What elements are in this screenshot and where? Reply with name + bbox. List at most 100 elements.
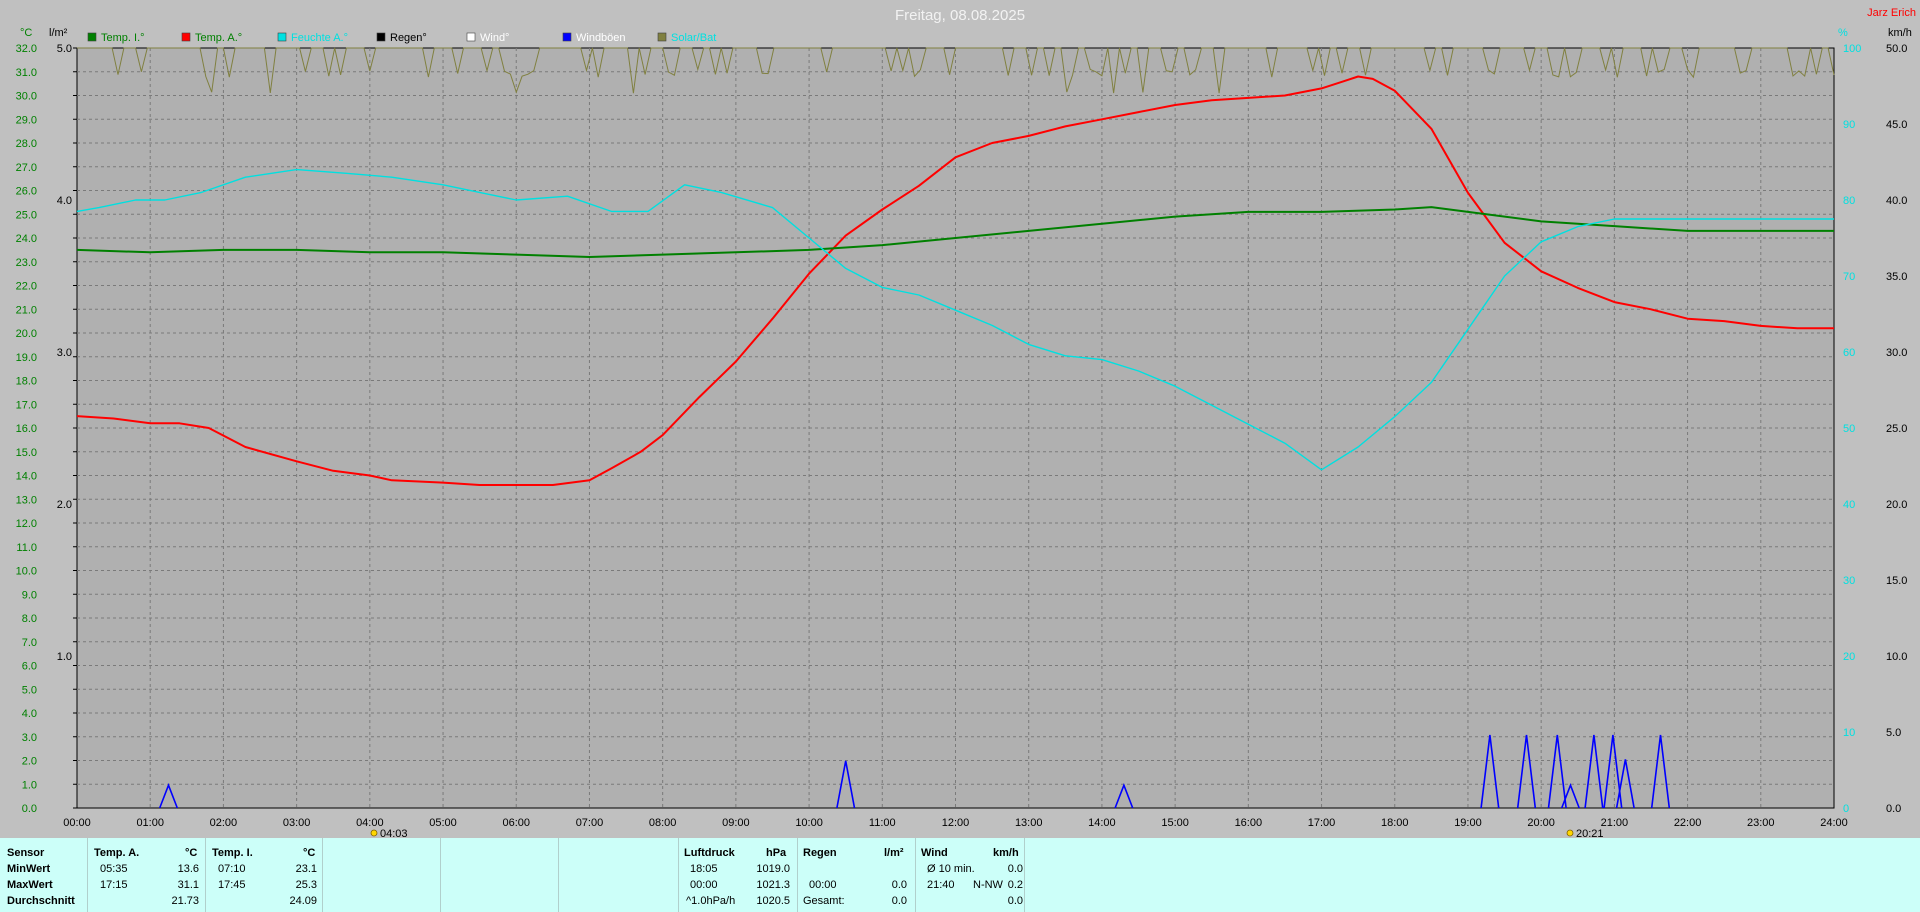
y-rain-tick-label: 5.0 — [57, 43, 72, 55]
x-tick-label: 15:00 — [1161, 817, 1189, 829]
x-tick-label: 11:00 — [869, 817, 896, 829]
y-temp-tick-label: 4.0 — [22, 708, 37, 720]
x-tick-label: 02:00 — [210, 817, 238, 829]
wind-max-dir: N-NW — [973, 879, 1003, 891]
luftdruck-trend-label: ^1.0hPa/h — [686, 895, 736, 907]
unit-wind-label: km/h — [1888, 27, 1912, 39]
y-temp-tick-label: 21.0 — [16, 304, 37, 316]
temp-a-max: 31.1 — [177, 879, 199, 891]
y-temp-tick-label: 7.0 — [22, 637, 37, 649]
x-tick-label: 13:00 — [1015, 817, 1043, 829]
x-tick-label: 24:00 — [1820, 817, 1848, 829]
y-pct-tick-label: 20 — [1843, 651, 1855, 663]
divider — [322, 838, 323, 912]
unit-temp-label: °C — [20, 27, 32, 39]
y-pct-tick-label: 0 — [1843, 803, 1849, 815]
x-tick-label: 00:00 — [63, 817, 91, 829]
stats-row-avg: Durchschnitt — [7, 895, 75, 907]
legend-label: Regen° — [390, 32, 427, 44]
chart-title: Freitag, 08.08.2025 — [895, 7, 1025, 24]
x-tick-label: 09:00 — [722, 817, 750, 829]
legend-swatch — [376, 32, 386, 42]
wind-max: 0.2 — [1007, 879, 1023, 891]
x-tick-label: 06:00 — [502, 817, 530, 829]
x-tick-label: 22:00 — [1674, 817, 1702, 829]
luftdruck-trend: 1020.5 — [756, 895, 790, 907]
station-name: Jarz Erich — [1867, 7, 1916, 19]
y-wind-tick-label: 35.0 — [1886, 271, 1907, 283]
y-temp-tick-label: 2.0 — [22, 756, 37, 768]
y-rain-tick-label: 4.0 — [57, 195, 72, 207]
x-tick-label: 07:00 — [576, 817, 604, 829]
regen-total-label: Gesamt: — [803, 895, 845, 907]
temp-a-unit: °C — [185, 847, 198, 859]
sunrise-time: 04:03 — [380, 828, 408, 838]
y-temp-tick-label: 3.0 — [22, 732, 37, 744]
regen-unit: l/m² — [884, 847, 904, 859]
y-pct-tick-label: 60 — [1843, 347, 1855, 359]
x-tick-label: 18:00 — [1381, 817, 1409, 829]
temp-a-avg: 21.73 — [171, 895, 199, 907]
unit-pct-label: % — [1838, 27, 1848, 39]
wind-third: 0.0 — [1007, 895, 1023, 907]
y-temp-tick-label: 27.0 — [16, 162, 37, 174]
y-wind-tick-label: 15.0 — [1886, 575, 1907, 587]
y-pct-tick-label: 30 — [1843, 575, 1855, 587]
temp-i-max-time: 17:45 — [218, 879, 246, 891]
x-tick-label: 20:00 — [1527, 817, 1555, 829]
legend-swatch — [277, 32, 287, 42]
temp-i-min: 23.1 — [295, 863, 317, 875]
legend-label: Wind° — [480, 32, 509, 44]
x-tick-label: 16:00 — [1235, 817, 1263, 829]
y-temp-tick-label: 19.0 — [16, 352, 37, 364]
y-wind-tick-label: 30.0 — [1886, 347, 1907, 359]
sunset-icon — [1566, 829, 1574, 837]
y-wind-tick-label: 25.0 — [1886, 423, 1907, 435]
sunrise-icon — [370, 829, 378, 837]
regen-title: Regen — [803, 847, 837, 859]
x-tick-label: 08:00 — [649, 817, 677, 829]
legend-swatch — [562, 32, 572, 42]
x-tick-label: 19:00 — [1454, 817, 1482, 829]
y-pct-tick-label: 100 — [1843, 43, 1861, 55]
y-rain-tick-label: 1.0 — [57, 651, 72, 663]
y-pct-tick-label: 50 — [1843, 423, 1855, 435]
x-tick-label: 05:00 — [429, 817, 457, 829]
luftdruck-unit: hPa — [766, 847, 787, 859]
y-temp-tick-label: 30.0 — [16, 91, 37, 103]
y-temp-tick-label: 8.0 — [22, 613, 37, 625]
y-temp-tick-label: 25.0 — [16, 209, 37, 221]
y-temp-tick-label: 18.0 — [16, 376, 37, 388]
legend-swatch — [466, 32, 476, 42]
unit-rain-label: l/m² — [49, 27, 68, 39]
y-wind-tick-label: 50.0 — [1886, 43, 1907, 55]
divider — [87, 838, 88, 912]
divider — [558, 838, 559, 912]
divider — [797, 838, 798, 912]
x-tick-label: 10:00 — [795, 817, 823, 829]
y-pct-tick-label: 40 — [1843, 499, 1855, 511]
y-temp-tick-label: 13.0 — [16, 494, 37, 506]
y-temp-tick-label: 28.0 — [16, 138, 37, 150]
regen-max: 0.0 — [891, 879, 907, 891]
y-temp-tick-label: 1.0 — [22, 779, 37, 791]
sunset-time: 20:21 — [1576, 828, 1604, 838]
y-temp-tick-label: 23.0 — [16, 257, 37, 269]
y-temp-tick-label: 22.0 — [16, 281, 37, 293]
divider — [915, 838, 916, 912]
x-tick-label: 21:00 — [1601, 817, 1629, 829]
y-temp-tick-label: 26.0 — [16, 186, 37, 198]
stats-panel: Sensor MinWert MaxWert Durchschnitt Temp… — [0, 838, 1920, 912]
x-tick-label: 03:00 — [283, 817, 311, 829]
y-temp-tick-label: 16.0 — [16, 423, 37, 435]
temp-a-min: 13.6 — [177, 863, 199, 875]
weather-chart: 00:00 01:00 02:00 03:00 04:00 05:00 06:00 07:00… — [0, 0, 1920, 838]
temp-i-min-time: 07:10 — [218, 863, 246, 875]
y-temp-tick-label: 29.0 — [16, 114, 37, 126]
y-wind-tick-label: 5.0 — [1886, 727, 1901, 739]
legend-label: Solar/Bat — [671, 32, 716, 44]
divider — [1024, 838, 1025, 912]
y-pct-tick-label: 10 — [1843, 727, 1855, 739]
x-tick-label: 01:00 — [136, 817, 164, 829]
temp-a-max-time: 17:15 — [100, 879, 128, 891]
